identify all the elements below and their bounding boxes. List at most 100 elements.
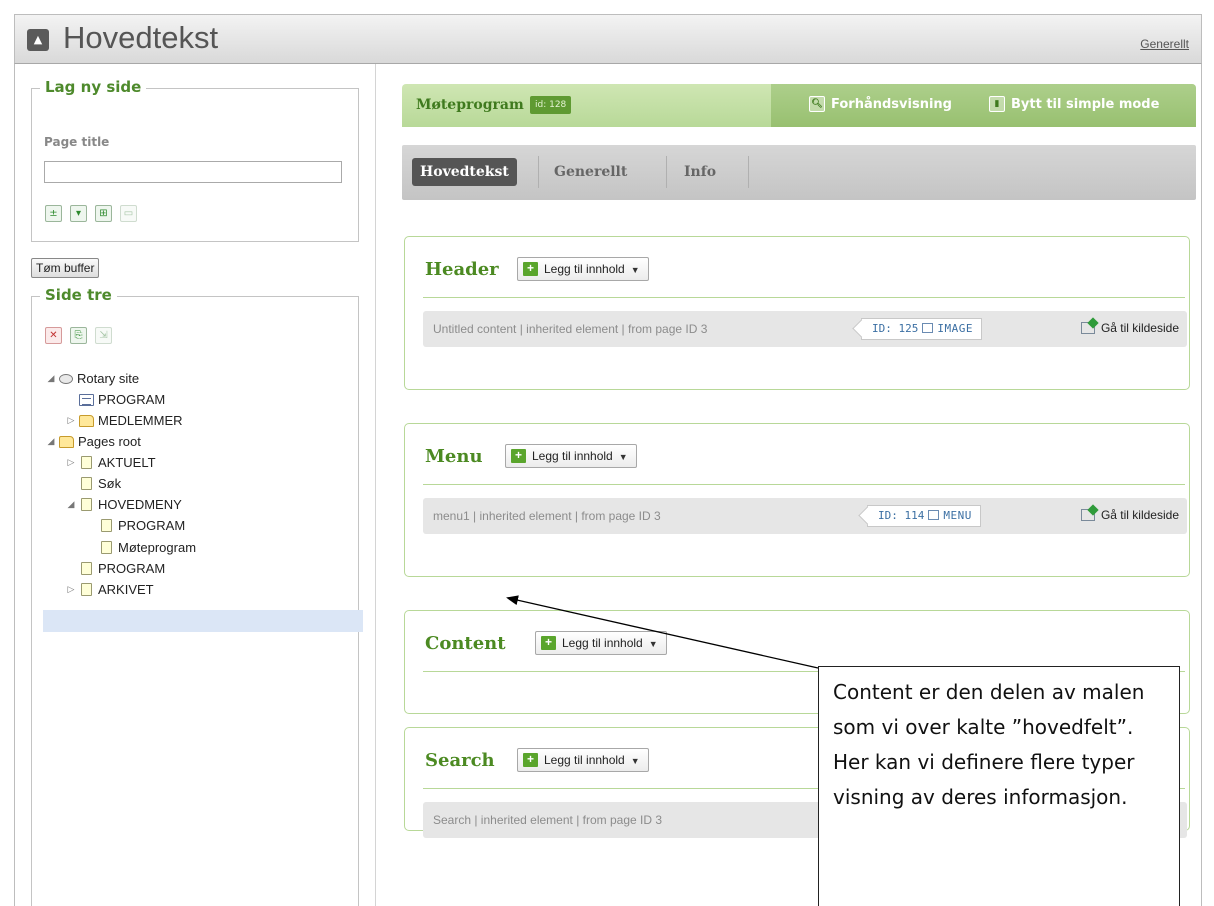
add-content-button[interactable]: + Legg til innhold ▼ <box>535 631 667 655</box>
add-content-label: Legg til innhold <box>544 753 625 767</box>
tree-node-label: ARKIVET <box>98 582 154 597</box>
page-icon <box>81 498 92 511</box>
tree-node-label: PROGRAM <box>98 392 166 407</box>
inherited-element-row[interactable]: menu1 | inherited element | from page ID… <box>423 498 1187 534</box>
plus-icon: + <box>523 262 538 276</box>
page-icon <box>81 583 92 596</box>
tree-node[interactable]: ▷ MEDLEMMER <box>65 410 183 431</box>
folder-icon <box>59 435 74 448</box>
selected-tree-row <box>43 610 363 632</box>
area-name: Menu <box>425 446 483 467</box>
tree-node[interactable]: PROGRAM <box>65 389 165 410</box>
copy-page-icon[interactable]: ⎘ <box>70 327 87 344</box>
external-link-icon <box>1080 509 1095 521</box>
switch-mode-icon: ▮ <box>989 96 1005 112</box>
element-id: ID: 125 <box>872 322 919 335</box>
tab-hovedtekst[interactable]: Hovedtekst <box>412 158 517 186</box>
tree-node[interactable]: PROGRAM <box>85 515 185 536</box>
left-pane: Lag ny side Page title ± ▾ ⊞ ▭ Tøm buffe… <box>14 64 376 906</box>
tree-node-label: PROGRAM <box>118 518 186 533</box>
tree-node[interactable]: ◢ Rotary site <box>45 368 140 389</box>
folder-icon <box>79 414 94 427</box>
plus-icon: + <box>523 753 538 767</box>
goto-source-label: Gå til kildeside <box>1100 508 1179 522</box>
divider <box>423 484 1185 485</box>
up-arrow-icon[interactable]: ▲ <box>27 29 49 51</box>
add-subpage-icon[interactable]: ⊞ <box>95 205 112 222</box>
content-area-header: Header + Legg til innhold ▼ Untitled content… <box>404 236 1190 390</box>
page-icon <box>101 519 112 532</box>
tree-node-label: Pages root <box>78 434 141 449</box>
add-content-button[interactable]: + Legg til innhold ▼ <box>517 748 649 772</box>
page-title-input[interactable] <box>44 161 342 183</box>
paste-page-icon[interactable]: ▭ <box>120 205 137 222</box>
external-link-icon <box>1080 322 1095 334</box>
clear-buffer-button[interactable]: Tøm buffer <box>31 258 100 278</box>
expander-icon[interactable]: ▷ <box>65 410 77 431</box>
preview-label: Forhåndsvisning <box>831 96 952 112</box>
tree-node[interactable]: Møteprogram <box>85 537 196 558</box>
dropdown-caret-icon: ▼ <box>630 265 640 275</box>
simple-mode-button[interactable]: ▮ Bytt til simple mode <box>989 96 1159 112</box>
callout-box: Content er den delen av malen som vi ove… <box>818 666 1180 906</box>
inherited-element-text: menu1 | inherited element | from page ID… <box>433 509 661 523</box>
area-name: Content <box>425 633 506 654</box>
tree-node[interactable]: ◢ HOVEDMENY <box>65 494 182 515</box>
goto-source-link[interactable]: Gå til kildeside <box>1080 508 1179 522</box>
page-icon <box>101 541 112 554</box>
add-page-icon[interactable]: ± <box>45 205 62 222</box>
element-id-tag: ID: 114 MENU <box>867 505 981 527</box>
generellt-link[interactable]: Generellt <box>1140 37 1189 51</box>
page-icon <box>81 477 92 490</box>
site-icon <box>59 373 73 384</box>
tab-info[interactable]: Info <box>684 158 716 186</box>
tree-node[interactable]: ▷ ARKIVET <box>65 579 154 600</box>
page-icon <box>81 456 92 469</box>
tree-node[interactable]: PROGRAM <box>65 558 165 579</box>
add-page-below-icon[interactable]: ▾ <box>70 205 87 222</box>
plus-icon: + <box>541 636 556 650</box>
area-name: Search <box>425 750 495 771</box>
add-content-button[interactable]: + Legg til innhold ▼ <box>505 444 637 468</box>
expander-icon[interactable]: ▷ <box>65 452 77 473</box>
inherited-element-row[interactable]: Untitled content | inherited element | f… <box>423 311 1187 347</box>
content-area-menu: Menu + Legg til innhold ▼ menu1 | inherited … <box>404 423 1190 577</box>
expander-icon[interactable]: ◢ <box>65 494 77 515</box>
cut-page-icon[interactable]: ⇲ <box>95 327 112 344</box>
element-id-tag: ID: 125 IMAGE <box>861 318 982 340</box>
page-title: Hovedtekst <box>63 20 219 55</box>
dropdown-caret-icon: ▼ <box>648 639 658 649</box>
tree-node-label: AKTUELT <box>98 455 156 470</box>
tree-node[interactable]: ◢ Pages root <box>45 431 141 452</box>
preview-button[interactable]: 🔍︎ Forhåndsvisning <box>809 96 952 112</box>
tree-node-label: Møteprogram <box>118 540 197 555</box>
delete-page-icon[interactable]: ✕ <box>45 327 62 344</box>
page-name: Møteprogram <box>416 97 524 113</box>
inherited-element-text: Untitled content | inherited element | f… <box>433 322 708 336</box>
new-page-panel: Lag ny side Page title ± ▾ ⊞ ▭ <box>31 78 359 242</box>
element-type: IMAGE <box>937 322 973 335</box>
dropdown-caret-icon: ▼ <box>630 756 640 766</box>
add-content-label: Legg til innhold <box>562 636 643 650</box>
page-tree-legend: Side tre <box>40 286 117 304</box>
image-type-icon <box>922 323 934 333</box>
page-title-label: Page title <box>44 135 110 149</box>
inherited-element-text: Search | inherited element | from page I… <box>433 813 663 827</box>
title-bar: ▲ Hovedtekst Generellt <box>14 14 1202 64</box>
expander-icon[interactable]: ▷ <box>65 579 77 600</box>
element-id: ID: 114 <box>878 509 925 522</box>
area-name: Header <box>425 259 499 280</box>
add-content-button[interactable]: + Legg til innhold ▼ <box>517 257 649 281</box>
simple-mode-label: Bytt til simple mode <box>1011 96 1160 112</box>
tree-node-label: MEDLEMMER <box>98 413 183 428</box>
expander-icon[interactable]: ◢ <box>45 431 57 452</box>
dropdown-caret-icon: ▼ <box>618 452 628 462</box>
tree-node[interactable]: Søk <box>65 473 121 494</box>
page-icon <box>81 562 92 575</box>
expander-icon[interactable]: ◢ <box>45 368 57 389</box>
page-id-badge: id: 128 <box>530 96 572 114</box>
tab-generellt[interactable]: Generellt <box>554 158 627 186</box>
tree-node[interactable]: ▷ AKTUELT <box>65 452 156 473</box>
menu-type-icon <box>928 510 940 520</box>
goto-source-link[interactable]: Gå til kildeside <box>1080 321 1179 335</box>
